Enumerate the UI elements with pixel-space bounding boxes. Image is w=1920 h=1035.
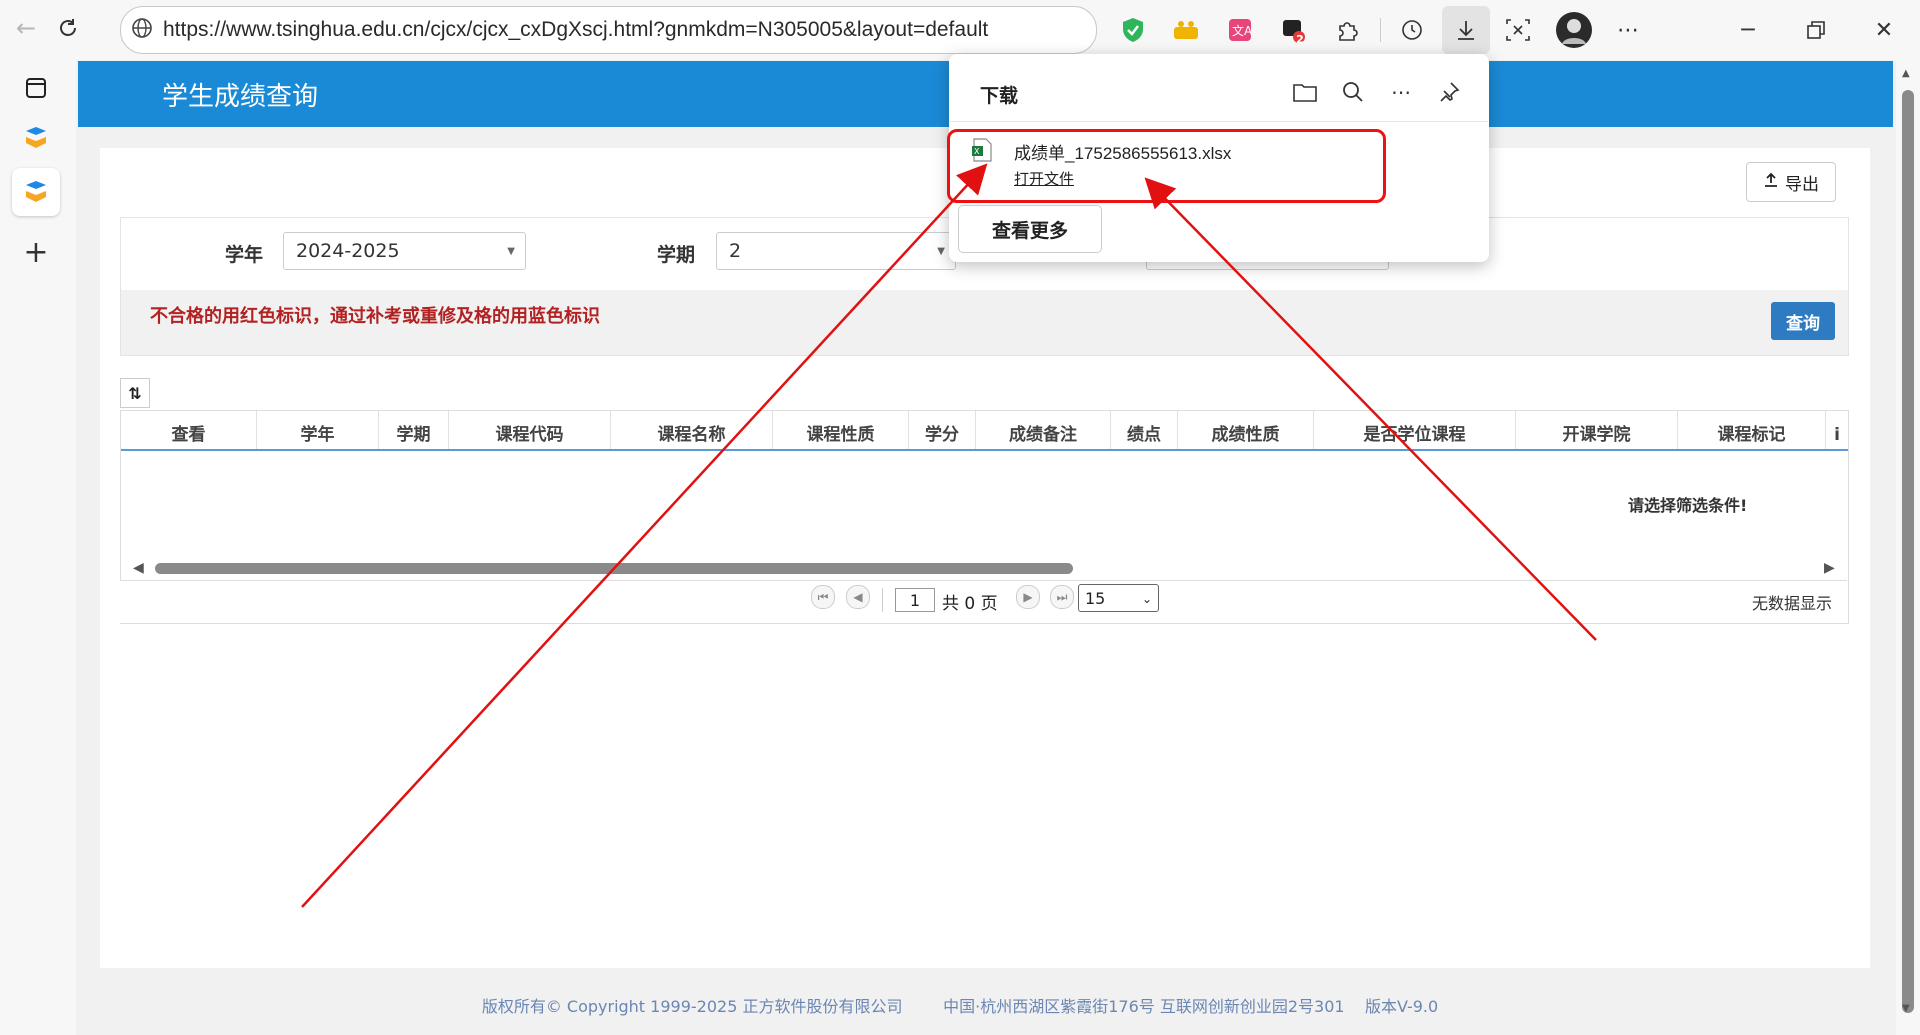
annotation-arrows [301, 163, 1597, 908]
annotation-arrow-left [301, 163, 988, 908]
annotation-arrow-right [1144, 177, 1597, 641]
